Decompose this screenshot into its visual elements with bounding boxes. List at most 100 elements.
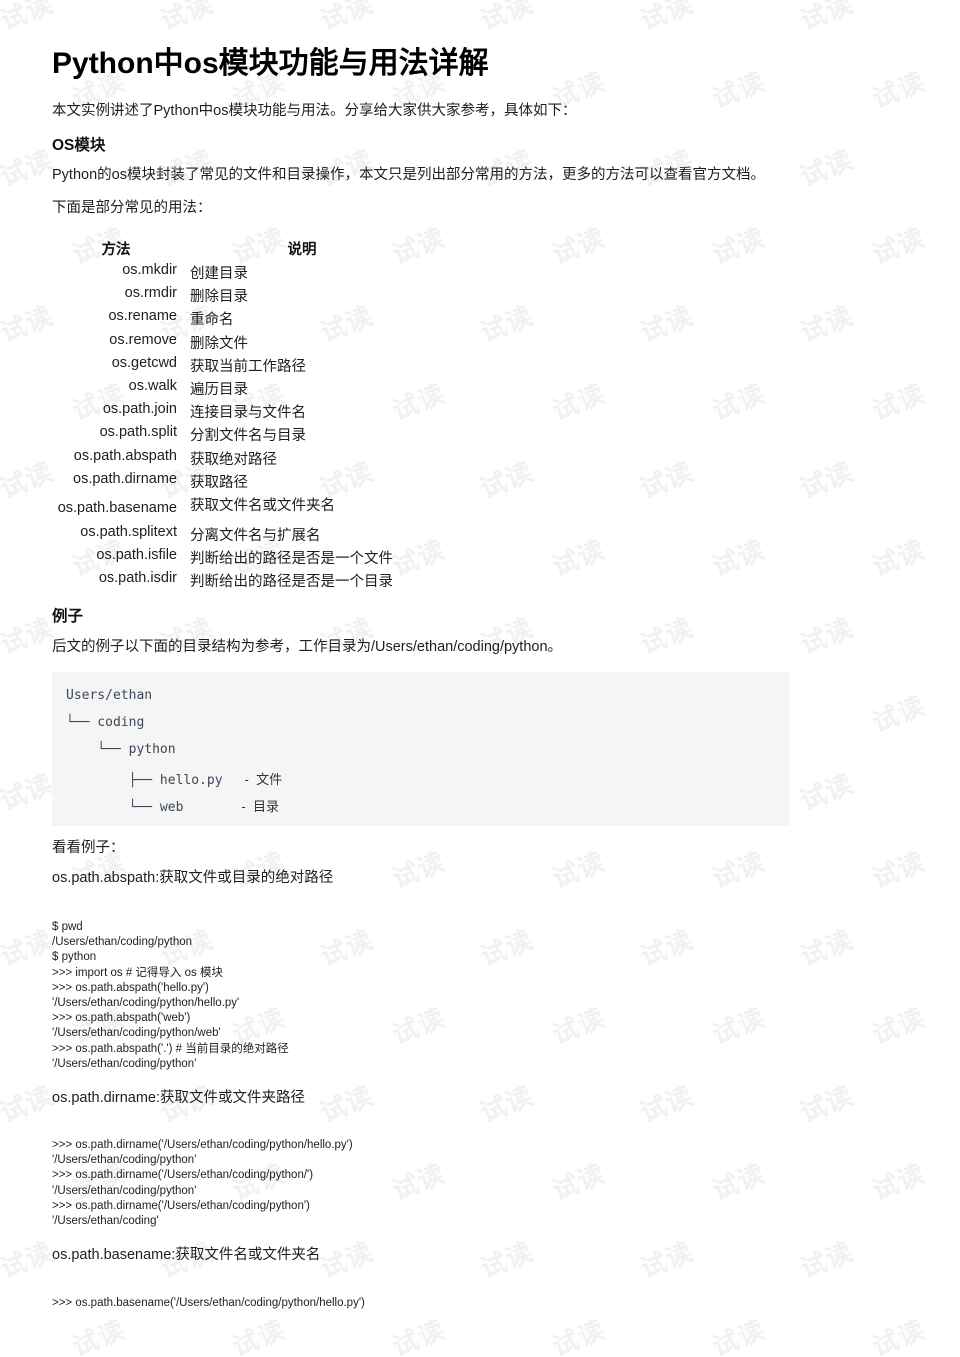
watermark-text: 试读 — [548, 1158, 610, 1208]
page-title: Python中os模块功能与用法详解 — [52, 47, 489, 80]
watermark-text: 试读 — [796, 1080, 858, 1130]
table-row: os.mkdir 创建目录 — [52, 262, 522, 285]
table-row: os.path.dirname 获取路径 — [52, 471, 522, 494]
tree-node-label: └── python — [66, 742, 176, 757]
table-cell-description: 分割文件名与目录 — [190, 428, 306, 445]
table-cell-method: os.rename — [108, 308, 177, 325]
look-example-lead: 看看例子： — [52, 840, 125, 856]
table-row: os.path.splitext 分离文件名与扩展名 — [52, 524, 522, 547]
table-cell-description: 获取绝对路径 — [190, 451, 277, 468]
tree-node-label: ├── hello.py — [66, 773, 223, 788]
table-cell-description: 获取路径 — [190, 474, 248, 491]
table-row: os.getcwd 获取当前工作路径 — [52, 355, 522, 378]
table-row: os.path.split 分割文件名与目录 — [52, 424, 522, 447]
watermark-text: 试读 — [868, 846, 930, 896]
watermark-text: 试读 — [868, 690, 930, 740]
table-cell-method: os.path.basename — [57, 499, 177, 516]
watermark-text: 试读 — [0, 456, 58, 506]
tree-line: ├── hello.py - 文件 — [66, 769, 283, 788]
watermark-text: 试读 — [316, 924, 378, 974]
watermark-text: 试读 — [636, 0, 698, 38]
watermark-text: 试读 — [708, 846, 770, 896]
table-cell-description: 获取文件名或文件夹名 — [190, 497, 335, 514]
watermark-text: 试读 — [636, 456, 698, 506]
watermark-text: 试读 — [796, 144, 858, 194]
watermark-text: 试读 — [708, 222, 770, 272]
column-header-method: 方法 — [101, 242, 131, 258]
watermark-text: 试读 — [708, 534, 770, 584]
section-heading-example: 例子 — [52, 608, 84, 625]
table-cell-description: 删除文件 — [190, 335, 248, 352]
watermark-text: 试读 — [548, 1002, 610, 1052]
watermark-text: 试读 — [548, 534, 610, 584]
table-cell-method: os.path.split — [99, 424, 177, 441]
watermark-text: 试读 — [548, 1314, 610, 1357]
watermark-text: 试读 — [156, 0, 218, 38]
table-cell-method: os.path.join — [102, 401, 177, 418]
watermark-text: 试读 — [868, 1002, 930, 1052]
method-table: 方法 说明 os.mkdir 创建目录 os.rmdir 删除目录 os.rename 重… — [52, 238, 522, 593]
watermark-text: 试读 — [708, 1158, 770, 1208]
table-cell-method: os.path.isdir — [98, 570, 177, 587]
watermark-text: 试读 — [388, 1314, 450, 1357]
table-row: os.rmdir 删除目录 — [52, 285, 522, 308]
watermark-text: 试读 — [0, 144, 58, 194]
section-heading-os: OS模块 — [52, 137, 106, 154]
watermark-text: 试读 — [548, 378, 610, 428]
table-cell-description: 判断给出的路径是否是一个文件 — [190, 551, 393, 568]
watermark-text: 试读 — [636, 300, 698, 350]
tree-node-label: └── coding — [66, 715, 145, 730]
watermark-text: 试读 — [0, 768, 58, 818]
watermark-text: 试读 — [316, 1080, 378, 1130]
table-row: os.path.basename 获取文件名或文件夹名 — [52, 494, 522, 524]
watermark-text: 试读 — [636, 924, 698, 974]
table-row: os.path.isfile 判断给出的路径是否是一个文件 — [52, 547, 522, 570]
watermark-text: 试读 — [796, 300, 858, 350]
tree-line: Users/ethan — [66, 688, 152, 703]
tree-node-label: Users/ethan — [66, 688, 153, 703]
table-row: os.path.isdir 判断给出的路径是否是一个目录 — [52, 570, 522, 593]
watermark-text: 试读 — [708, 1002, 770, 1052]
tree-line: └── coding — [66, 715, 144, 730]
table-cell-description: 分离文件名与扩展名 — [190, 527, 321, 544]
code-block-dirname: >>> os.path.dirname('/Users/ethan/coding… — [52, 1139, 353, 1228]
watermark-text: 试读 — [708, 66, 770, 116]
watermark-text: 试读 — [548, 846, 610, 896]
table-body: os.mkdir 创建目录 os.rmdir 删除目录 os.rename 重命名 os.r… — [52, 262, 522, 593]
watermark-text: 试读 — [0, 924, 58, 974]
watermark-text: 试读 — [796, 924, 858, 974]
os-description-paragraph: Python的os模块封装了常见的文件和目录操作，本文只是列出部分常用的方法，更… — [52, 167, 765, 183]
code-block-basename: >>> os.path.basename('/Users/ethan/codin… — [52, 1297, 365, 1309]
table-cell-method: os.rmdir — [124, 285, 177, 302]
table-cell-method: os.path.isfile — [96, 547, 177, 564]
watermark-text: 试读 — [316, 0, 378, 38]
tree-node-label: └── web — [66, 800, 184, 815]
watermark-text: 试读 — [476, 0, 538, 38]
watermark-text: 试读 — [868, 1314, 930, 1357]
watermark-text: 试读 — [0, 300, 58, 350]
tree-node-annotation: - 文件 — [244, 772, 283, 787]
tree-line: └── python — [66, 742, 176, 757]
table-cell-method: os.path.dirname — [73, 470, 177, 487]
dirname-heading: os.path.dirname:获取文件或文件夹路径 — [52, 1090, 306, 1106]
table-cell-description: 遍历目录 — [190, 381, 248, 398]
watermark-text: 试读 — [388, 1158, 450, 1208]
watermark-text: 试读 — [796, 1236, 858, 1286]
watermark-text: 试读 — [868, 1158, 930, 1208]
table-cell-method: os.mkdir — [122, 262, 177, 278]
table-cell-description: 获取当前工作路径 — [190, 358, 306, 375]
tree-node-annotation: - 目录 — [241, 799, 279, 814]
table-row: os.path.join 连接目录与文件名 — [52, 401, 522, 424]
watermark-text: 试读 — [636, 1080, 698, 1130]
watermark-text: 试读 — [228, 1314, 290, 1357]
watermark-text: 试读 — [708, 1314, 770, 1357]
table-cell-method: os.remove — [109, 331, 177, 348]
column-header-description: 说明 — [287, 242, 317, 258]
watermark-text: 试读 — [0, 0, 58, 38]
watermark-text: 试读 — [476, 1236, 538, 1286]
watermark-text: 试读 — [796, 768, 858, 818]
common-usage-lead: 下面是部分常见的用法： — [52, 200, 212, 216]
table-cell-method: os.path.abspath — [73, 447, 177, 464]
watermark-text: 试读 — [548, 222, 610, 272]
table-cell-description: 重命名 — [190, 312, 234, 329]
